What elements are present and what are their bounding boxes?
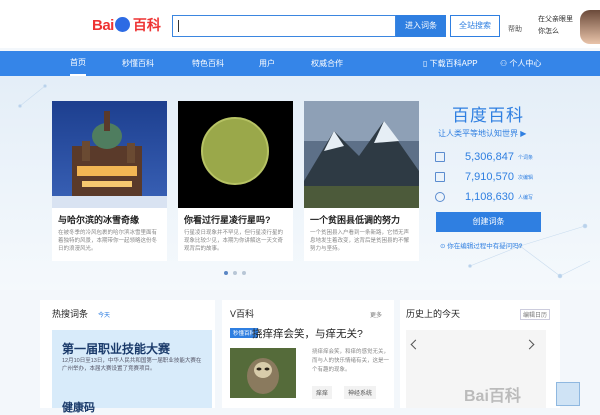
hot-section-title: 热搜词条 xyxy=(52,309,89,319)
user-center-link[interactable]: ⚇ 个人中心 xyxy=(500,51,541,76)
card-title: 你看过行星凌行星吗? xyxy=(184,215,271,225)
vbaike-more-link[interactable]: 更多 xyxy=(370,310,382,319)
nav-item-featured[interactable]: 特色百科 xyxy=(192,51,224,76)
download-app-link[interactable]: ▯ 下载百科APP xyxy=(423,51,478,76)
stat-value: 1,108,630 xyxy=(465,191,514,203)
card-description: 在被冬季的冷风包裹的哈尔滨冰雪里面有着独特的风景，本期带你一起领略这份冬日的浪漫… xyxy=(58,230,158,252)
harbin-church-image xyxy=(52,101,167,208)
user-icon: ⚇ xyxy=(500,59,510,68)
hot-item-description: 12月10日至13日，中华人民共和国第一届职业技能大赛在广州举办，本届大赛设置了… xyxy=(62,358,202,372)
history-section-title: 历史上的今天 xyxy=(406,309,461,319)
card-title: 一个贫困县低调的努力 xyxy=(310,215,401,225)
avatar[interactable] xyxy=(580,10,600,44)
phone-icon: ▯ xyxy=(423,59,430,68)
download-app-label: 下载百科APP xyxy=(429,59,478,68)
sloth-video-thumbnail[interactable] xyxy=(230,348,296,398)
nav-item-users[interactable]: 用户 xyxy=(259,51,275,76)
stat-unit: 次编辑 xyxy=(517,174,533,181)
promo-tip-line2: 你怎么 xyxy=(538,28,559,35)
create-entry-button[interactable]: 创建词条 xyxy=(436,212,541,232)
stat-unit: 人编写 xyxy=(517,194,533,201)
site-search-button[interactable]: 全站搜索 xyxy=(450,15,500,37)
stat-editors: 1,108,630 人编写 xyxy=(435,190,545,204)
slogan-text: 让人类平等地认知世界 xyxy=(438,129,518,138)
baike-title: 百度百科 xyxy=(452,106,524,125)
top-header: Bai 百科 进入词条 全站搜索 帮助 在父亲眼里 你怎么 xyxy=(0,0,600,48)
feature-card-harbin[interactable]: 与哈尔滨的冰雪奇缘 在被冬季的冷风包裹的哈尔滨冰雪里面有着独特的风景，本期带你一… xyxy=(52,101,167,261)
qr-code-icon[interactable] xyxy=(556,382,580,406)
stat-edits: 7,910,570 次编辑 xyxy=(435,170,545,184)
people-icon xyxy=(435,192,445,202)
baike-logo[interactable]: Bai 百科 xyxy=(92,14,162,36)
stat-unit: 个词条 xyxy=(517,154,533,161)
vbaike-keyword[interactable]: 神经系统 xyxy=(344,386,377,399)
card-description: 行星凌日现象并不罕见，但行星凌行星的现象比较少见，本期为你讲解这一天文奇观背后的… xyxy=(184,230,284,252)
promo-tip-line1: 在父亲眼里 xyxy=(538,16,573,23)
search-input[interactable] xyxy=(172,15,396,37)
vbaike-title[interactable]: 挠痒痒会笑，与痒无关? xyxy=(252,326,363,341)
paw-icon xyxy=(114,16,130,32)
stat-entries: 5,306,847 个词条 xyxy=(435,150,545,164)
enter-entry-button[interactable]: 进入词条 xyxy=(396,15,446,37)
hot-item-title[interactable]: 第一届职业技能大赛 xyxy=(62,340,170,357)
history-date-picker[interactable]: 编辑日历 xyxy=(520,309,551,320)
carousel-dot[interactable] xyxy=(233,271,237,275)
nav-item-partners[interactable]: 权威合作 xyxy=(311,51,343,76)
vbaike-keyword[interactable]: 痒痒 xyxy=(312,386,333,399)
user-center-label: 个人中心 xyxy=(509,59,542,68)
hot-item-2-title[interactable]: 健康码 xyxy=(62,399,95,415)
entries-icon xyxy=(435,152,445,162)
promo-tip[interactable]: 在父亲眼里 你怎么 xyxy=(538,14,586,38)
planet-transit-image xyxy=(178,101,293,208)
carousel-dots[interactable] xyxy=(224,271,246,275)
stat-value: 7,910,570 xyxy=(465,171,514,183)
vbaike-description: 挠痒痒会笑，和痒的感觉无关，而与人的快乐情绪有关，这是一个有趣的现象。 xyxy=(312,349,390,373)
help-link[interactable]: 帮助 xyxy=(508,24,522,34)
edit-help-link[interactable]: ⊙ 你在编辑过程中有疑问吗? xyxy=(440,240,522,250)
edit-icon xyxy=(435,172,445,182)
play-icon: ▶ xyxy=(520,129,527,138)
hot-tab-today[interactable]: 今天 xyxy=(98,310,110,319)
stat-value: 5,306,847 xyxy=(465,151,514,163)
edit-help-label: 你在编辑过程中有疑问吗? xyxy=(447,243,523,250)
feature-card-transit[interactable]: 你看过行星凌行星吗? 行星凌日现象并不罕见，但行星凌行星的现象比较少见，本期为你… xyxy=(178,101,293,261)
card-title: 与哈尔滨的冰雪奇缘 xyxy=(58,215,140,225)
nav-item-home[interactable]: 首页 xyxy=(70,51,86,76)
card-description: 一个贫困县入户看到一条新路，它悄无声息地发生着改变，这背后是贫困县的不懈努力与坚… xyxy=(310,230,410,252)
feature-card-county[interactable]: 一个贫困县低调的努力 一个贫困县入户看到一条新路，它悄无声息地发生着改变，这背后… xyxy=(304,101,419,261)
baike-slogan[interactable]: 让人类平等地认知世界 ▶ xyxy=(438,128,526,139)
vbaike-section-title: V百科 xyxy=(230,309,255,319)
watermark: Bai百科 xyxy=(464,388,521,405)
nav-item-miaodong[interactable]: 秒懂百科 xyxy=(122,51,154,76)
carousel-dot[interactable] xyxy=(242,271,246,275)
carousel-dot[interactable] xyxy=(224,271,228,275)
mountain-image xyxy=(304,101,419,208)
main-nav: 首页 秒懂百科 特色百科 用户 权威合作 ▯ 下载百科APP ⚇ 个人中心 xyxy=(0,51,600,76)
